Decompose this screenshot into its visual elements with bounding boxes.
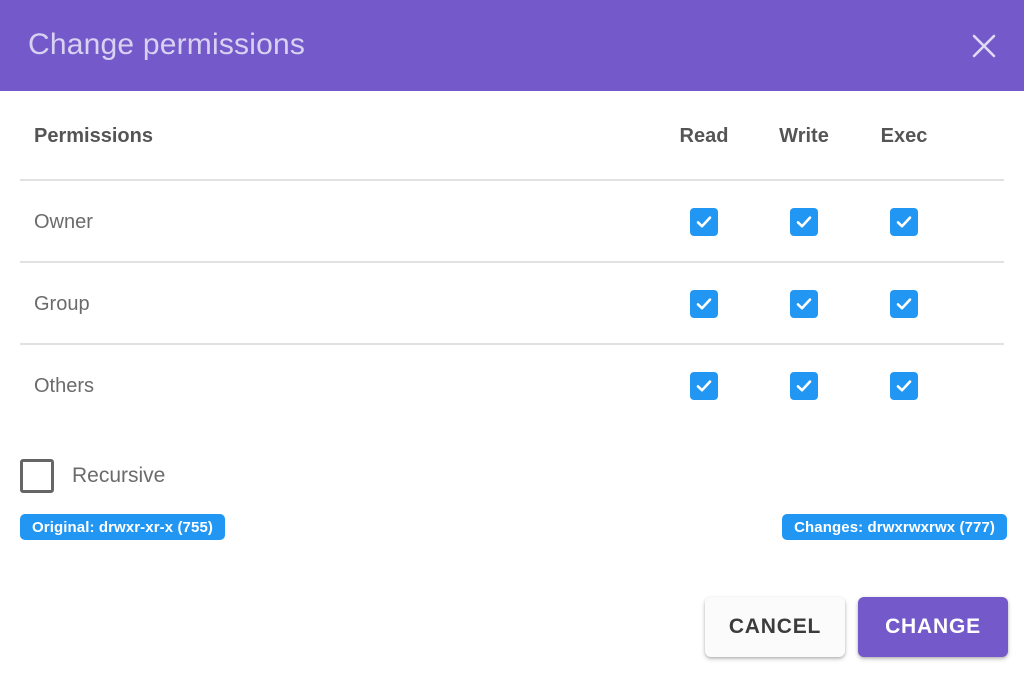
recursive-label: Recursive <box>72 464 166 487</box>
column-header-read: Read <box>679 124 729 147</box>
row-label-group: Group <box>34 292 90 315</box>
table-row: Owner <box>0 181 1024 263</box>
close-button[interactable] <box>961 23 1007 69</box>
others-exec-cell <box>854 372 954 400</box>
checkbox-group-write[interactable] <box>790 290 818 318</box>
checkbox-recursive[interactable] <box>20 459 54 493</box>
owner-exec-cell <box>854 208 954 236</box>
checkbox-others-read[interactable] <box>690 372 718 400</box>
checkbox-group-exec[interactable] <box>890 290 918 318</box>
column-header-exec-cell: Exec <box>854 125 954 148</box>
table-row: Group <box>0 263 1024 345</box>
cancel-button[interactable]: CANCEL <box>705 597 845 657</box>
change-permissions-dialog: Change permissions Permissions Read Writ… <box>0 0 1024 673</box>
permissions-table: Permissions Read Write Exec Owner Group … <box>0 91 1024 427</box>
owner-read-cell <box>654 208 754 236</box>
group-exec-cell <box>854 290 954 318</box>
recursive-option[interactable]: Recursive <box>20 459 165 493</box>
group-read-cell <box>654 290 754 318</box>
row-label-owner: Owner <box>34 210 93 233</box>
table-header-row: Permissions Read Write Exec <box>0 91 1024 181</box>
close-icon <box>969 31 999 61</box>
owner-write-cell <box>754 208 854 236</box>
checkbox-owner-read[interactable] <box>690 208 718 236</box>
checkbox-others-exec[interactable] <box>890 372 918 400</box>
checkbox-others-write[interactable] <box>790 372 818 400</box>
column-header-write: Write <box>779 124 829 147</box>
changed-permissions-badge: Changes: drwxrwxrwx (777) <box>782 514 1007 540</box>
others-write-cell <box>754 372 854 400</box>
others-read-cell <box>654 372 754 400</box>
change-button[interactable]: CHANGE <box>858 597 1008 657</box>
column-header-read-cell: Read <box>654 125 754 148</box>
checkbox-owner-exec[interactable] <box>890 208 918 236</box>
checkbox-group-read[interactable] <box>690 290 718 318</box>
checkbox-owner-write[interactable] <box>790 208 818 236</box>
column-header-write-cell: Write <box>754 125 854 148</box>
original-permissions-badge: Original: drwxr-xr-x (755) <box>20 514 225 540</box>
table-row: Others <box>0 345 1024 427</box>
row-label-others: Others <box>34 374 95 397</box>
group-write-cell <box>754 290 854 318</box>
dialog-title: Change permissions <box>28 28 306 61</box>
dialog-header: Change permissions <box>0 0 1024 91</box>
column-header-permissions: Permissions <box>34 124 153 147</box>
column-header-exec: Exec <box>880 124 928 147</box>
